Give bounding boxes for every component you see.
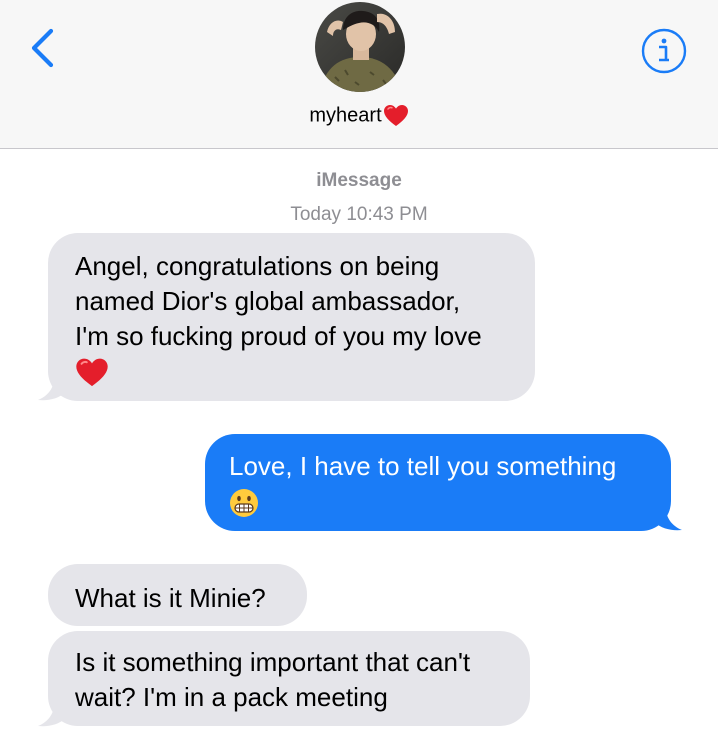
message-line: What is it Minie? (75, 583, 266, 613)
service-label: iMessage (316, 170, 402, 191)
info-button[interactable] (640, 27, 688, 75)
outgoing-message-bubble[interactable]: Love, I have to tell you something (205, 434, 671, 531)
message-line: Love, I have to tell you something (229, 451, 617, 481)
message-line: I'm so fucking proud of you my love (75, 321, 482, 351)
chevron-left-icon (31, 28, 54, 68)
messages-screen: myheart iMessage Today 10:43 PM Angel, c… (0, 0, 718, 749)
message-line: Angel, congratulations on being (75, 251, 440, 281)
message-timestamp: Today 10:43 PM (290, 204, 428, 225)
message-line: Is it something important that can't (75, 647, 471, 677)
contact-avatar[interactable] (315, 2, 405, 92)
incoming-message-bubble[interactable]: What is it Minie? (48, 564, 307, 626)
back-button[interactable] (24, 26, 64, 70)
red-heart-icon (383, 104, 408, 126)
red-heart-icon (76, 358, 108, 387)
conversation-header: myheart (0, 0, 718, 149)
incoming-message-bubble[interactable]: Angel, congratulations on being named Di… (48, 233, 535, 401)
message-line: named Dior's global ambassador, (75, 286, 461, 316)
grimacing-face-icon (230, 489, 258, 517)
incoming-message-bubble[interactable]: Is it something important that can't wai… (48, 631, 530, 726)
contact-name-text: myheart (309, 104, 382, 127)
info-circle-icon (641, 28, 687, 74)
contact-name[interactable]: myheart (0, 101, 718, 130)
message-line: wait? I'm in a pack meeting (75, 682, 388, 712)
